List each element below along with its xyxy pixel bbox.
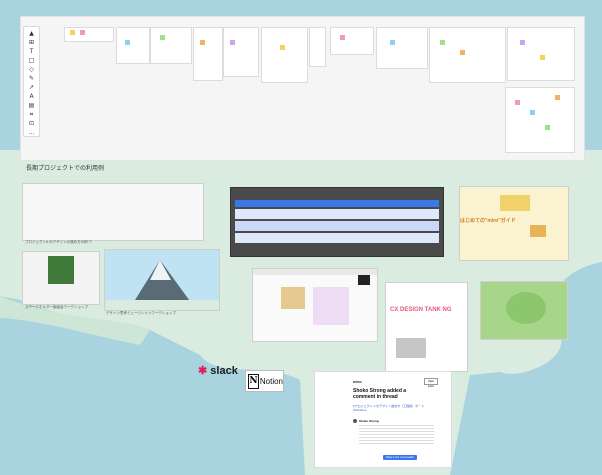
- map-board-thumbnail[interactable]: [480, 281, 568, 340]
- commenter-name: Shoko Strong: [359, 419, 379, 423]
- sticky-note: [460, 50, 465, 55]
- email-title: Shoko Strong added a comment in thread: [353, 388, 407, 400]
- thumbnail-caption: デザイン思考ミュージシャンワークショップ: [106, 311, 176, 315]
- poster-title: CX DESIGN TANK NG: [390, 307, 452, 313]
- comment-icon[interactable]: ▤: [27, 102, 36, 109]
- sticky-note: [125, 40, 130, 45]
- cx-design-poster-thumbnail[interactable]: CX DESIGN TANK NG: [385, 282, 468, 372]
- shape-icon[interactable]: ◇: [27, 66, 36, 73]
- guide-title: はじめての"miro"ガイド: [460, 218, 516, 224]
- cursor-icon[interactable]: ▲: [27, 30, 36, 37]
- sticky-note: [280, 45, 285, 50]
- sticky-note: [390, 40, 395, 45]
- board-frame[interactable]: [150, 27, 192, 64]
- project-board-thumbnail[interactable]: [22, 183, 204, 241]
- eraser-icon[interactable]: A: [27, 93, 36, 100]
- sticky-note: [540, 55, 545, 60]
- board-toolbar: ▲ ⊞ T □ ◇ ✎ ↗ A ▤ ⌗ ⊡ …: [23, 26, 40, 137]
- thumbnail-caption: プロジェクトA のデザインの進め方の例 ①: [25, 240, 93, 244]
- video-call-board-thumbnail[interactable]: [252, 268, 378, 342]
- board-frame[interactable]: [116, 27, 150, 64]
- board-frame[interactable]: [193, 27, 223, 81]
- sticky-note-icon[interactable]: □: [27, 57, 36, 64]
- sticky-note: [160, 35, 165, 40]
- board-frame[interactable]: [330, 27, 374, 55]
- board-frame[interactable]: [505, 87, 575, 153]
- sticky-note: [80, 30, 85, 35]
- board-frame[interactable]: [309, 27, 326, 67]
- text-icon[interactable]: T: [27, 48, 36, 55]
- email-brand: miro: [353, 379, 362, 384]
- slack-logo: ✱ slack: [198, 365, 238, 377]
- frame-icon[interactable]: ⊞: [27, 39, 36, 46]
- reply-button[interactable]: Reply in the conversation: [383, 455, 417, 460]
- board-frame[interactable]: [261, 27, 308, 83]
- sticky-note: [545, 125, 550, 130]
- sticky-note: [440, 40, 445, 45]
- sticky-note: [520, 40, 525, 45]
- sticky-note: [555, 95, 560, 100]
- template-icon[interactable]: ⌗: [27, 111, 36, 118]
- notion-logo: N Notion: [245, 370, 284, 392]
- board-frame[interactable]: [429, 27, 506, 83]
- upload-icon[interactable]: ⊡: [27, 120, 36, 127]
- musician-workshop-thumbnail[interactable]: [104, 249, 220, 311]
- sticky-note: [200, 40, 205, 45]
- sticky-note: [340, 35, 345, 40]
- more-icon[interactable]: …: [27, 129, 36, 136]
- open-inbox-button[interactable]: Open Inbox: [424, 378, 438, 388]
- miro-guide-thumbnail[interactable]: はじめての"miro"ガイド: [459, 186, 569, 261]
- section-title: 長期プロジェクトでの利用例: [26, 166, 105, 172]
- sticky-note: [530, 110, 535, 115]
- sticky-note: [230, 40, 235, 45]
- connector-icon[interactable]: ↗: [27, 84, 36, 91]
- slack-icon: ✱: [198, 365, 208, 377]
- sticky-note: [70, 30, 75, 35]
- roadmap-board-thumbnail[interactable]: [230, 187, 444, 257]
- notification-email: miro Open Inbox Shoko Strong added a com…: [314, 371, 452, 468]
- pen-icon[interactable]: ✎: [27, 75, 36, 82]
- thumbnail-caption: ステークホルダー勉強会ワークショップ: [25, 305, 88, 309]
- avatar: [353, 419, 357, 423]
- board-frame[interactable]: [507, 27, 575, 81]
- workshop-board-thumbnail[interactable]: [22, 251, 100, 305]
- comment-body: [359, 425, 434, 445]
- board-frame[interactable]: [376, 27, 428, 69]
- board-frame[interactable]: [223, 27, 259, 77]
- email-board-link[interactable]: #プロジェクト A のデザイン進め方（工程案）ボードWorkshop: [353, 404, 425, 412]
- notion-icon: N: [248, 373, 259, 389]
- sticky-note: [515, 100, 520, 105]
